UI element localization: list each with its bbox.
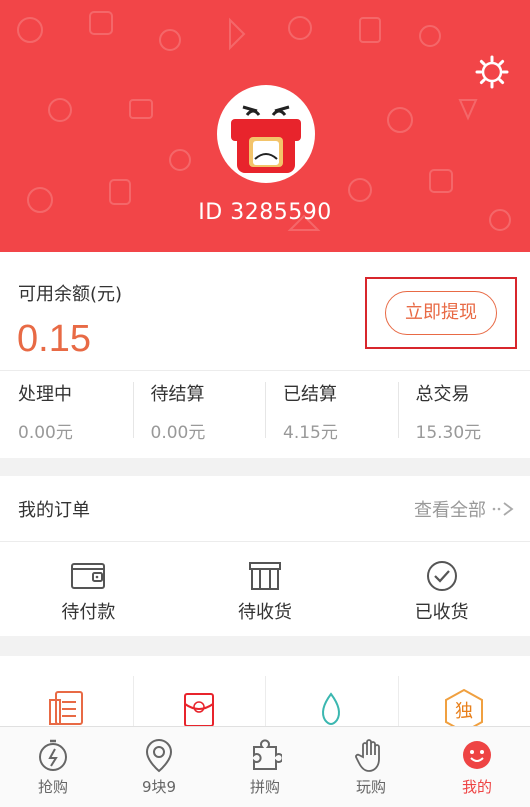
stat-pending-settlement[interactable]: 待结算 0.00元 xyxy=(132,378,266,443)
tab-label: 抢购 xyxy=(37,778,68,796)
tab-label: 9块9 xyxy=(141,778,177,796)
stat-value: 0.00元 xyxy=(150,423,206,443)
balance-section: 可用余额(元) 0.15 立即提现 处理中 0.00元 待结算 0.00元 已结… xyxy=(0,252,530,458)
withdraw-button[interactable]: 立即提现 xyxy=(385,291,497,335)
profile-header: ID 3285590 xyxy=(0,0,530,252)
red-envelope-icon xyxy=(183,693,214,727)
arrow-right-icon xyxy=(492,502,514,516)
balance-label: 可用余额(元) xyxy=(18,284,123,305)
tab-label: 拼购 xyxy=(249,778,280,796)
avatar[interactable] xyxy=(217,85,315,183)
stat-label: 处理中 xyxy=(18,384,72,405)
tab-mine[interactable]: 我的 xyxy=(424,727,530,807)
stats-row: 处理中 0.00元 待结算 0.00元 已结算 4.15元 总交易 15.30元 xyxy=(0,378,530,443)
order-unpaid[interactable]: 待付款 xyxy=(0,542,177,636)
tab-label: 玩购 xyxy=(355,778,386,796)
stat-processing[interactable]: 处理中 0.00元 xyxy=(0,378,133,443)
tab-group-buy[interactable]: 拼购 xyxy=(212,727,318,807)
tab-play-buy[interactable]: 玩购 xyxy=(318,727,424,807)
stat-value: 4.15元 xyxy=(283,423,338,443)
hand-icon xyxy=(355,739,380,772)
settings-gear-icon[interactable] xyxy=(474,54,510,90)
view-all-label: 查看全部 xyxy=(414,500,486,521)
orders-section: 我的订单 查看全部 待付款 待收货 已收货 xyxy=(0,476,530,636)
stat-label: 待结算 xyxy=(150,384,205,405)
tool-red-envelope[interactable] xyxy=(132,656,266,736)
tool-exclusive[interactable]: 独 xyxy=(397,656,530,736)
stat-settled[interactable]: 已结算 4.15元 xyxy=(265,378,398,443)
order-received[interactable]: 已收货 xyxy=(353,542,530,636)
tab-flash-sale[interactable]: 抢购 xyxy=(0,727,106,807)
stopwatch-icon xyxy=(39,739,67,771)
mascot-avatar-icon xyxy=(231,105,301,173)
balance-value: 0.15 xyxy=(17,318,91,360)
order-unpaid-label: 待付款 xyxy=(61,602,116,623)
stat-total-trade[interactable]: 总交易 15.30元 xyxy=(397,378,530,443)
tool-teardrop[interactable] xyxy=(265,656,398,736)
stat-value: 0.00元 xyxy=(18,423,73,443)
tool-document[interactable] xyxy=(0,656,133,736)
stat-label: 已结算 xyxy=(283,384,337,405)
smiley-icon xyxy=(463,741,491,769)
view-all-orders-link[interactable]: 查看全部 xyxy=(414,496,516,522)
puzzle-icon xyxy=(253,739,282,770)
stat-value: 15.30元 xyxy=(415,423,482,443)
user-id: ID 3285590 xyxy=(198,200,332,225)
withdraw-highlight-box: 立即提现 xyxy=(365,277,517,349)
check-circle-icon xyxy=(426,561,457,591)
stat-label: 总交易 xyxy=(415,384,470,405)
tab-label: 我的 xyxy=(461,778,492,796)
document-list-icon xyxy=(49,691,84,725)
location-pin-icon xyxy=(145,738,173,773)
order-received-label: 已收货 xyxy=(414,602,469,623)
order-status-row: 待付款 待收货 已收货 xyxy=(0,542,530,636)
tools-grid: 独 xyxy=(0,656,530,736)
teardrop-icon xyxy=(322,692,341,725)
wallet-icon xyxy=(71,563,106,589)
order-to-receive-label: 待收货 xyxy=(238,602,292,623)
exclusive-badge-text: 独 xyxy=(455,701,473,722)
package-icon xyxy=(249,562,281,590)
divider xyxy=(0,370,530,371)
orders-title: 我的订单 xyxy=(18,500,90,521)
tab-9-9[interactable]: 9块9 xyxy=(106,727,212,807)
bottom-tab-bar: 抢购 9块9 拼购 玩购 我的 xyxy=(0,726,530,807)
order-to-receive[interactable]: 待收货 xyxy=(177,542,354,636)
orders-header: 我的订单 查看全部 xyxy=(0,476,530,542)
